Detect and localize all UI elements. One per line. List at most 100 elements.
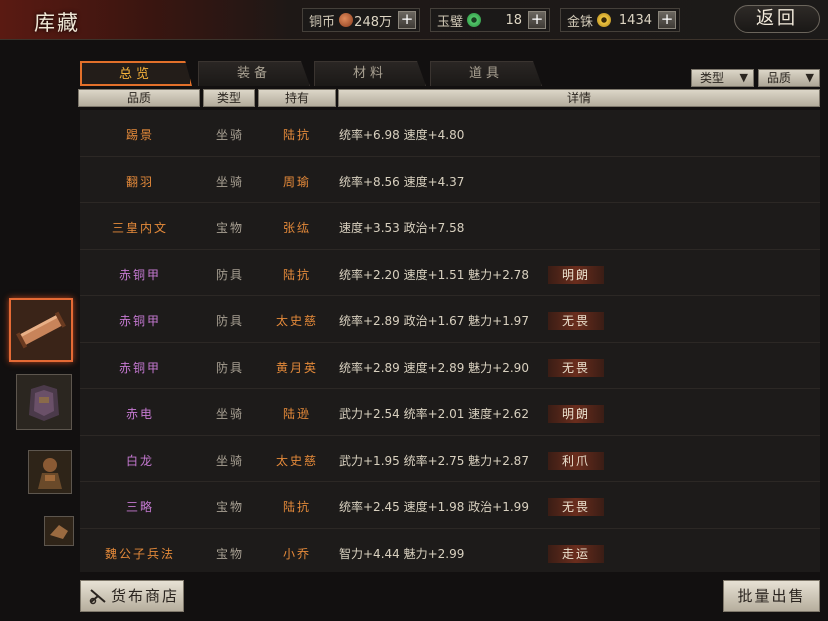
item-name: 赤电 — [125, 407, 154, 421]
list-item[interactable]: 三皇内文 宝物 张纮 速度+3.53 政治+7.58 — [80, 203, 820, 250]
list-item[interactable]: 魏公子兵法 宝物 小乔 智力+4.44 魅力+2.99 走运 — [80, 529, 820, 573]
item-trait-badge: 无畏 — [548, 358, 604, 377]
quality-filter-label: 品质 — [767, 71, 792, 85]
type-filter-label: 类型 — [700, 71, 725, 85]
shop-button-label: 货布商店 — [111, 587, 180, 605]
armor-item-icon — [17, 375, 71, 429]
thumbnail-armor[interactable] — [16, 374, 72, 430]
item-type: 防具 — [215, 267, 244, 282]
item-stats: 统率+2.89 政治+1.67 魅力+1.97 — [339, 314, 529, 328]
thumbnail-warrior[interactable] — [28, 450, 72, 494]
gold-coin-icon — [597, 13, 611, 27]
list-item[interactable]: 赤铜甲 防具 太史慈 统率+2.89 政治+1.67 魅力+1.97 无畏 — [80, 296, 820, 343]
header-quality[interactable]: 品质 — [78, 89, 200, 107]
copper-coin-icon — [339, 13, 353, 27]
tab-materials[interactable]: 材料 — [314, 61, 426, 86]
item-trait-badge: 无畏 — [548, 312, 604, 330]
thumbnail-selected[interactable] — [9, 298, 73, 362]
item-list[interactable]: 踢景 坐骑 陆抗 统率+6.98 速度+4.80 翻羽 坐骑 周瑜 统率+8.5… — [80, 110, 820, 572]
jade-value: 18 — [505, 12, 522, 28]
item-name: 赤铜甲 — [118, 314, 161, 328]
list-item[interactable]: 赤电 坐骑 陆逊 武力+2.54 统率+2.01 速度+2.62 明朗 — [80, 389, 820, 436]
list-item[interactable]: 三略 宝物 陆抗 统率+2.45 速度+1.98 政治+1.99 无畏 — [80, 482, 820, 529]
item-type: 坐骑 — [215, 174, 244, 189]
list-item[interactable]: 踢景 坐骑 陆抗 统率+6.98 速度+4.80 — [80, 110, 820, 157]
jade-label: 玉璧 — [437, 14, 464, 30]
bulk-sell-button[interactable]: 批量出售 — [723, 580, 820, 612]
header-type[interactable]: 类型 — [203, 89, 255, 107]
item-type: 坐骑 — [215, 128, 244, 142]
add-copper-button[interactable]: + — [398, 11, 416, 29]
item-stats: 武力+1.95 统率+2.75 魅力+2.87 — [339, 453, 529, 468]
list-item[interactable]: 翻羽 坐骑 周瑜 统率+8.56 速度+4.37 — [80, 157, 820, 203]
copper-value: 248万 — [354, 14, 392, 30]
item-type: 宝物 — [215, 546, 244, 561]
quality-filter-dropdown[interactable]: 品质 ▼ — [758, 69, 820, 87]
item-stats: 统率+8.56 速度+4.37 — [339, 174, 465, 189]
item-name: 白龙 — [125, 453, 154, 468]
list-item[interactable]: 赤铜甲 防具 黄月英 统率+2.89 速度+2.89 魅力+2.90 无畏 — [80, 343, 820, 389]
thumbnail-small[interactable] — [44, 516, 74, 546]
scissors-icon — [89, 589, 106, 605]
item-type: 防具 — [215, 360, 244, 375]
tab-items[interactable]: 道具 — [430, 61, 542, 86]
item-owner: 陆抗 — [282, 500, 311, 514]
item-type: 宝物 — [215, 500, 244, 514]
item-type: 坐骑 — [215, 453, 244, 468]
item-type: 宝物 — [215, 221, 244, 235]
scroll-item-icon — [11, 300, 71, 360]
item-owner: 黄月英 — [275, 360, 318, 375]
item-owner: 陆抗 — [282, 267, 311, 282]
small-item-icon — [45, 517, 73, 545]
list-item[interactable]: 白龙 坐骑 太史慈 武力+1.95 统率+2.75 魅力+2.87 利爪 — [80, 436, 820, 482]
back-button[interactable]: 返回 — [734, 5, 820, 33]
item-name: 翻羽 — [125, 174, 154, 189]
item-owner: 周瑜 — [282, 174, 311, 189]
item-type: 坐骑 — [215, 407, 244, 421]
item-trait-badge: 利爪 — [548, 451, 604, 470]
item-name: 赤铜甲 — [118, 267, 161, 282]
header-owner[interactable]: 持有 — [258, 89, 336, 107]
item-name: 赤铜甲 — [118, 360, 161, 375]
jade-icon — [467, 13, 481, 27]
item-owner: 陆抗 — [282, 128, 311, 142]
item-owner: 太史慈 — [275, 314, 318, 328]
top-bar: 库藏 铜币 248万 + 玉璧 18 + 金铢 1434 + 返回 — [0, 0, 828, 40]
list-item[interactable]: 赤铜甲 防具 陆抗 统率+2.20 速度+1.51 魅力+2.78 明朗 — [80, 250, 820, 296]
item-trait-badge: 明朗 — [548, 405, 604, 423]
item-trait-badge: 明朗 — [548, 265, 604, 284]
header-detail: 详情 — [338, 89, 820, 107]
item-name: 三皇内文 — [111, 221, 168, 235]
shop-button[interactable]: 货布商店 — [80, 580, 184, 612]
page-title: 库藏 — [34, 11, 80, 35]
item-name: 三略 — [125, 500, 154, 514]
item-owner: 陆逊 — [282, 407, 311, 421]
item-stats: 统率+2.45 速度+1.98 政治+1.99 — [339, 500, 529, 514]
item-name: 魏公子兵法 — [104, 546, 175, 561]
item-stats: 统率+2.89 速度+2.89 魅力+2.90 — [339, 360, 529, 375]
item-owner: 张纮 — [282, 221, 311, 235]
add-jade-button[interactable]: + — [528, 11, 546, 29]
copper-resource: 铜币 248万 + — [302, 8, 420, 32]
item-name: 踢景 — [125, 128, 154, 142]
item-stats: 武力+2.54 统率+2.01 速度+2.62 — [339, 407, 529, 421]
item-stats: 统率+6.98 速度+4.80 — [339, 128, 465, 142]
tab-overview[interactable]: 总览 — [80, 61, 192, 86]
tab-equipment[interactable]: 装备 — [198, 61, 310, 86]
copper-label: 铜币 — [309, 14, 336, 30]
item-stats: 速度+3.53 政治+7.58 — [339, 221, 465, 235]
warrior-item-icon — [29, 451, 71, 493]
gold-resource: 金铢 1434 + — [560, 8, 680, 32]
type-filter-dropdown[interactable]: 类型 ▼ — [691, 69, 754, 87]
gold-value: 1434 — [618, 12, 652, 28]
item-owner: 小乔 — [282, 546, 311, 561]
chevron-down-icon: ▼ — [805, 71, 814, 84]
item-trait-badge: 走运 — [548, 544, 604, 563]
add-gold-button[interactable]: + — [658, 11, 676, 29]
item-stats: 智力+4.44 魅力+2.99 — [339, 546, 465, 561]
item-owner: 太史慈 — [275, 453, 318, 468]
item-type: 防具 — [215, 314, 244, 328]
item-stats: 统率+2.20 速度+1.51 魅力+2.78 — [339, 267, 529, 282]
chevron-down-icon: ▼ — [739, 71, 748, 84]
jade-resource: 玉璧 18 + — [430, 8, 550, 32]
